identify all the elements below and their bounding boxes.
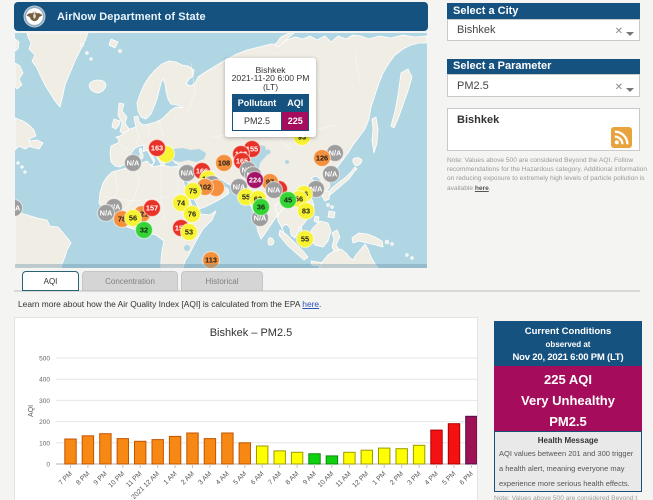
svg-text:Bishkek – PM2.5: Bishkek – PM2.5 bbox=[210, 327, 293, 339]
svg-text:N/A: N/A bbox=[268, 186, 281, 195]
svg-text:2 AM: 2 AM bbox=[180, 470, 196, 486]
svg-text:74: 74 bbox=[177, 199, 186, 208]
svg-text:400: 400 bbox=[39, 377, 50, 384]
svg-text:3 PM: 3 PM bbox=[406, 470, 422, 486]
svg-text:300: 300 bbox=[39, 398, 50, 405]
svg-text:36: 36 bbox=[257, 203, 265, 212]
svg-text:8 PM: 8 PM bbox=[75, 470, 91, 486]
svg-text:500: 500 bbox=[39, 356, 50, 363]
svg-text:8 AM: 8 AM bbox=[285, 470, 301, 486]
svg-text:100: 100 bbox=[39, 440, 50, 447]
svg-text:3 AM: 3 AM bbox=[197, 470, 213, 486]
svg-text:N/A: N/A bbox=[325, 170, 338, 179]
svg-text:83: 83 bbox=[302, 207, 310, 216]
svg-text:55: 55 bbox=[242, 193, 250, 202]
svg-text:12 PM: 12 PM bbox=[351, 470, 370, 489]
svg-text:N/A: N/A bbox=[127, 159, 140, 168]
svg-text:N/A: N/A bbox=[15, 204, 21, 213]
svg-text:76: 76 bbox=[188, 210, 196, 219]
svg-text:7 PM: 7 PM bbox=[58, 470, 74, 486]
svg-text:200: 200 bbox=[39, 419, 50, 426]
svg-text:10 PM: 10 PM bbox=[107, 470, 126, 489]
svg-text:5 PM: 5 PM bbox=[441, 470, 457, 486]
svg-text:AQI: AQI bbox=[28, 405, 35, 417]
svg-text:53: 53 bbox=[185, 228, 193, 237]
svg-text:4 AM: 4 AM bbox=[215, 470, 231, 486]
svg-text:10 AM: 10 AM bbox=[317, 470, 336, 489]
svg-text:163: 163 bbox=[151, 144, 163, 153]
svg-text:N/A: N/A bbox=[100, 209, 113, 218]
svg-text:7 AM: 7 AM bbox=[267, 470, 283, 486]
svg-text:126: 126 bbox=[316, 154, 328, 163]
svg-text:1 PM: 1 PM bbox=[371, 470, 387, 486]
svg-text:11 AM: 11 AM bbox=[335, 470, 353, 488]
svg-text:2 PM: 2 PM bbox=[389, 470, 405, 486]
svg-text:75: 75 bbox=[189, 187, 197, 196]
svg-text:108: 108 bbox=[218, 159, 230, 168]
svg-text:4 PM: 4 PM bbox=[424, 470, 440, 486]
svg-text:45: 45 bbox=[284, 196, 292, 205]
svg-text:5 AM: 5 AM bbox=[232, 470, 248, 486]
svg-text:224: 224 bbox=[249, 176, 262, 185]
svg-text:6 AM: 6 AM bbox=[250, 470, 266, 486]
svg-text:0: 0 bbox=[46, 462, 50, 469]
svg-text:32: 32 bbox=[140, 226, 148, 235]
svg-text:157: 157 bbox=[146, 204, 158, 213]
svg-text:N/A: N/A bbox=[181, 169, 194, 178]
svg-text:55: 55 bbox=[301, 235, 309, 244]
svg-text:113: 113 bbox=[205, 256, 217, 265]
svg-text:6 PM: 6 PM bbox=[459, 470, 475, 486]
svg-text:56: 56 bbox=[129, 214, 137, 223]
svg-text:1 AM: 1 AM bbox=[163, 470, 179, 486]
